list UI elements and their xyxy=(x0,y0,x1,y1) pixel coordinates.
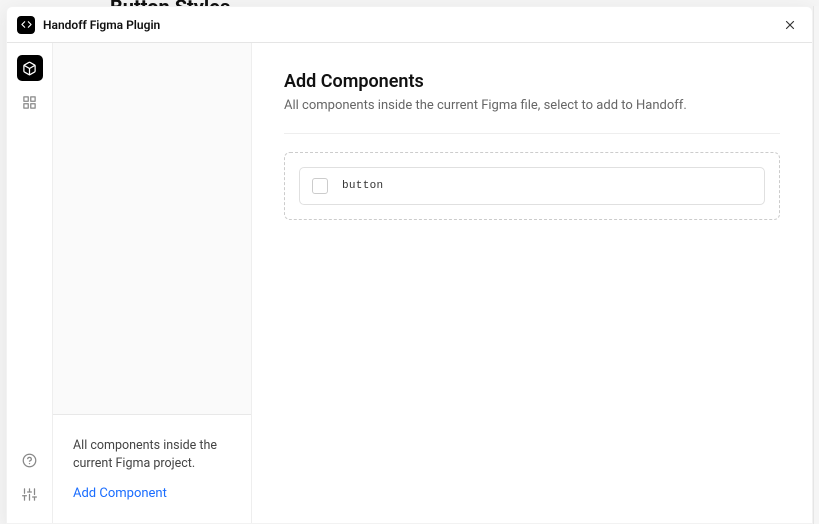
nav-item-package[interactable] xyxy=(17,55,43,81)
nav-item-settings[interactable] xyxy=(17,481,43,507)
nav-rail xyxy=(7,43,52,523)
plugin-body: All components inside the current Figma … xyxy=(7,43,812,523)
nav-item-help[interactable] xyxy=(17,447,43,473)
add-component-link[interactable]: Add Component xyxy=(73,486,231,501)
plugin-title: Handoff Figma Plugin xyxy=(43,18,778,32)
component-checkbox[interactable] xyxy=(312,178,328,194)
titlebar: Handoff Figma Plugin xyxy=(7,7,812,43)
component-group: button xyxy=(284,152,780,220)
plugin-logo-icon xyxy=(17,16,35,34)
secondary-panel: All components inside the current Figma … xyxy=(52,43,252,523)
nav-item-grid[interactable] xyxy=(17,89,43,115)
page-subtitle: All components inside the current Figma … xyxy=(284,98,780,113)
page-title: Add Components xyxy=(284,71,780,92)
plugin-window: Handoff Figma Plugin xyxy=(6,6,813,524)
secondary-footer: All components inside the current Figma … xyxy=(53,414,251,524)
component-item-button[interactable]: button xyxy=(299,167,765,205)
secondary-footer-description: All components inside the current Figma … xyxy=(73,437,231,475)
close-button[interactable] xyxy=(778,13,802,37)
main-content: Add Components All components inside the… xyxy=(252,43,812,523)
right-panel-edge xyxy=(813,6,819,524)
divider xyxy=(284,133,780,134)
component-label: button xyxy=(342,180,383,192)
